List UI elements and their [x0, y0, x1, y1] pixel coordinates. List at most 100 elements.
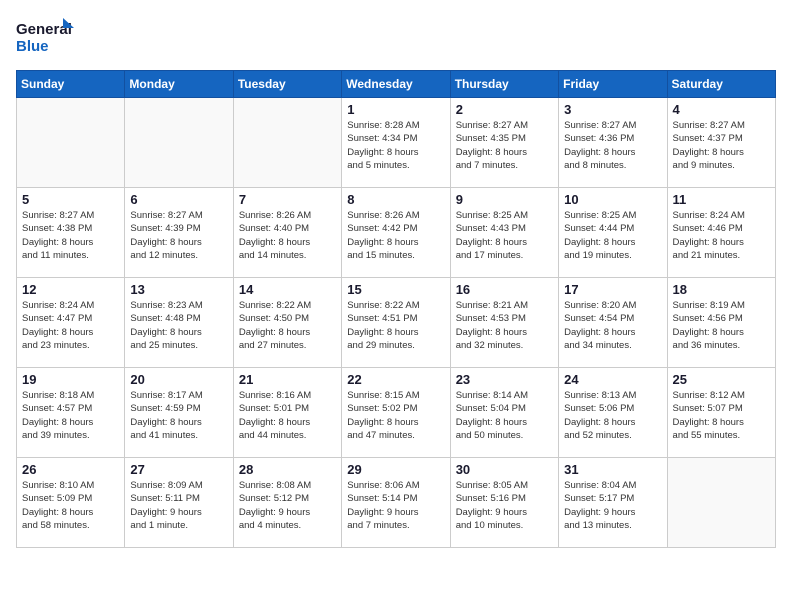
calendar-cell: 27Sunrise: 8:09 AM Sunset: 5:11 PM Dayli… [125, 458, 233, 548]
day-number: 1 [347, 102, 444, 117]
calendar-cell: 10 Sunrise: 8:25 AM Sunset: 4:44 PM Dayli… [559, 188, 667, 278]
day-info: Sunrise: 8:12 AM Sunset: 5:07 PM Dayligh… [673, 389, 770, 442]
header-row: SundayMondayTuesdayWednesdayThursdayFrid… [17, 71, 776, 98]
calendar-cell: 15 Sunrise: 8:22 AM Sunset: 4:51 PM Dayli… [342, 278, 450, 368]
calendar-cell: 5 Sunrise: 8:27 AM Sunset: 4:38 PM Daylig… [17, 188, 125, 278]
day-info: Sunrise: 8:04 AM Sunset: 5:17 PM Dayligh… [564, 479, 661, 532]
calendar-cell: 2Sunrise: 8:27 AM Sunset: 4:35 PM Daylig… [450, 98, 558, 188]
day-number: 19 [22, 372, 119, 387]
header-sunday: Sunday [17, 71, 125, 98]
calendar-cell: 18 Sunrise: 8:19 AM Sunset: 4:56 PM Dayli… [667, 278, 775, 368]
week-row-3: 12Sunrise: 8:24 AM Sunset: 4:47 PM Dayli… [17, 278, 776, 368]
day-info: Sunrise: 8:08 AM Sunset: 5:12 PM Dayligh… [239, 479, 336, 532]
calendar-cell: 14 Sunrise: 8:22 AM Sunset: 4:50 PM Dayli… [233, 278, 341, 368]
calendar-cell: 6 Sunrise: 8:27 AM Sunset: 4:39 PM Daylig… [125, 188, 233, 278]
header-friday: Friday [559, 71, 667, 98]
day-number: 21 [239, 372, 336, 387]
day-info: Sunrise: 8:21 AM Sunset: 4:53 PM Dayligh… [456, 299, 553, 352]
day-number: 11 [673, 192, 770, 207]
day-number: 8 [347, 192, 444, 207]
day-info: Sunrise: 8:23 AM Sunset: 4:48 PM Dayligh… [130, 299, 227, 352]
day-number: 4 [673, 102, 770, 117]
calendar-cell: 7 Sunrise: 8:26 AM Sunset: 4:40 PM Daylig… [233, 188, 341, 278]
day-info: Sunrise: 8:14 AM Sunset: 5:04 PM Dayligh… [456, 389, 553, 442]
header-wednesday: Wednesday [342, 71, 450, 98]
week-row-1: 1 Sunrise: 8:28 AM Sunset: 4:34 PM Daylig… [17, 98, 776, 188]
calendar-cell [125, 98, 233, 188]
day-number: 23 [456, 372, 553, 387]
day-number: 2 [456, 102, 553, 117]
day-info: Sunrise: 8:25 AM Sunset: 4:43 PM Dayligh… [456, 209, 553, 262]
day-number: 6 [130, 192, 227, 207]
day-info: Sunrise: 8:27 AM Sunset: 4:39 PM Dayligh… [130, 209, 227, 262]
calendar-cell: 19 Sunrise: 8:18 AM Sunset: 4:57 PM Dayli… [17, 368, 125, 458]
day-info: Sunrise: 8:27 AM Sunset: 4:37 PM Dayligh… [673, 119, 770, 172]
calendar-cell: 12Sunrise: 8:24 AM Sunset: 4:47 PM Dayli… [17, 278, 125, 368]
day-info: Sunrise: 8:22 AM Sunset: 4:51 PM Dayligh… [347, 299, 444, 352]
day-info: Sunrise: 8:18 AM Sunset: 4:57 PM Dayligh… [22, 389, 119, 442]
day-info: Sunrise: 8:26 AM Sunset: 4:42 PM Dayligh… [347, 209, 444, 262]
day-info: Sunrise: 8:19 AM Sunset: 4:56 PM Dayligh… [673, 299, 770, 352]
calendar-cell: 13Sunrise: 8:23 AM Sunset: 4:48 PM Dayli… [125, 278, 233, 368]
day-number: 22 [347, 372, 444, 387]
day-number: 20 [130, 372, 227, 387]
calendar-cell: 17 Sunrise: 8:20 AM Sunset: 4:54 PM Dayli… [559, 278, 667, 368]
week-row-2: 5 Sunrise: 8:27 AM Sunset: 4:38 PM Daylig… [17, 188, 776, 278]
day-info: Sunrise: 8:10 AM Sunset: 5:09 PM Dayligh… [22, 479, 119, 532]
day-number: 7 [239, 192, 336, 207]
day-info: Sunrise: 8:15 AM Sunset: 5:02 PM Dayligh… [347, 389, 444, 442]
week-row-4: 19 Sunrise: 8:18 AM Sunset: 4:57 PM Dayli… [17, 368, 776, 458]
calendar-cell: 16 Sunrise: 8:21 AM Sunset: 4:53 PM Dayli… [450, 278, 558, 368]
calendar-cell: 22 Sunrise: 8:15 AM Sunset: 5:02 PM Dayli… [342, 368, 450, 458]
day-number: 5 [22, 192, 119, 207]
calendar-cell: 28Sunrise: 8:08 AM Sunset: 5:12 PM Dayli… [233, 458, 341, 548]
header-saturday: Saturday [667, 71, 775, 98]
day-info: Sunrise: 8:28 AM Sunset: 4:34 PM Dayligh… [347, 119, 444, 172]
day-number: 31 [564, 462, 661, 477]
header-monday: Monday [125, 71, 233, 98]
svg-text:Blue: Blue [16, 38, 49, 55]
day-info: Sunrise: 8:24 AM Sunset: 4:46 PM Dayligh… [673, 209, 770, 262]
day-number: 3 [564, 102, 661, 117]
logo: GeneralBlue [16, 16, 76, 60]
day-number: 12 [22, 282, 119, 297]
day-number: 16 [456, 282, 553, 297]
day-number: 29 [347, 462, 444, 477]
calendar-cell: 9Sunrise: 8:25 AM Sunset: 4:43 PM Daylig… [450, 188, 558, 278]
day-info: Sunrise: 8:22 AM Sunset: 4:50 PM Dayligh… [239, 299, 336, 352]
calendar-cell: 25 Sunrise: 8:12 AM Sunset: 5:07 PM Dayli… [667, 368, 775, 458]
calendar-cell [17, 98, 125, 188]
calendar-cell: 21Sunrise: 8:16 AM Sunset: 5:01 PM Dayli… [233, 368, 341, 458]
day-number: 24 [564, 372, 661, 387]
day-number: 10 [564, 192, 661, 207]
day-number: 17 [564, 282, 661, 297]
calendar-cell: 11 Sunrise: 8:24 AM Sunset: 4:46 PM Dayli… [667, 188, 775, 278]
day-number: 25 [673, 372, 770, 387]
calendar-cell: 20 Sunrise: 8:17 AM Sunset: 4:59 PM Dayli… [125, 368, 233, 458]
logo-svg: GeneralBlue [16, 16, 76, 60]
day-number: 14 [239, 282, 336, 297]
calendar-cell: 31 Sunrise: 8:04 AM Sunset: 5:17 PM Dayli… [559, 458, 667, 548]
day-info: Sunrise: 8:26 AM Sunset: 4:40 PM Dayligh… [239, 209, 336, 262]
calendar-cell [667, 458, 775, 548]
header-thursday: Thursday [450, 71, 558, 98]
calendar: SundayMondayTuesdayWednesdayThursdayFrid… [16, 70, 776, 548]
calendar-cell: 8 Sunrise: 8:26 AM Sunset: 4:42 PM Daylig… [342, 188, 450, 278]
calendar-cell: 29Sunrise: 8:06 AM Sunset: 5:14 PM Dayli… [342, 458, 450, 548]
calendar-cell: 23 Sunrise: 8:14 AM Sunset: 5:04 PM Dayli… [450, 368, 558, 458]
day-number: 26 [22, 462, 119, 477]
calendar-cell [233, 98, 341, 188]
day-info: Sunrise: 8:09 AM Sunset: 5:11 PM Dayligh… [130, 479, 227, 532]
day-info: Sunrise: 8:13 AM Sunset: 5:06 PM Dayligh… [564, 389, 661, 442]
day-info: Sunrise: 8:20 AM Sunset: 4:54 PM Dayligh… [564, 299, 661, 352]
day-number: 15 [347, 282, 444, 297]
calendar-cell: 1 Sunrise: 8:28 AM Sunset: 4:34 PM Daylig… [342, 98, 450, 188]
day-number: 18 [673, 282, 770, 297]
day-info: Sunrise: 8:05 AM Sunset: 5:16 PM Dayligh… [456, 479, 553, 532]
calendar-cell: 3Sunrise: 8:27 AM Sunset: 4:36 PM Daylig… [559, 98, 667, 188]
header-tuesday: Tuesday [233, 71, 341, 98]
week-row-5: 26 Sunrise: 8:10 AM Sunset: 5:09 PM Dayli… [17, 458, 776, 548]
day-info: Sunrise: 8:17 AM Sunset: 4:59 PM Dayligh… [130, 389, 227, 442]
day-info: Sunrise: 8:27 AM Sunset: 4:38 PM Dayligh… [22, 209, 119, 262]
day-info: Sunrise: 8:25 AM Sunset: 4:44 PM Dayligh… [564, 209, 661, 262]
